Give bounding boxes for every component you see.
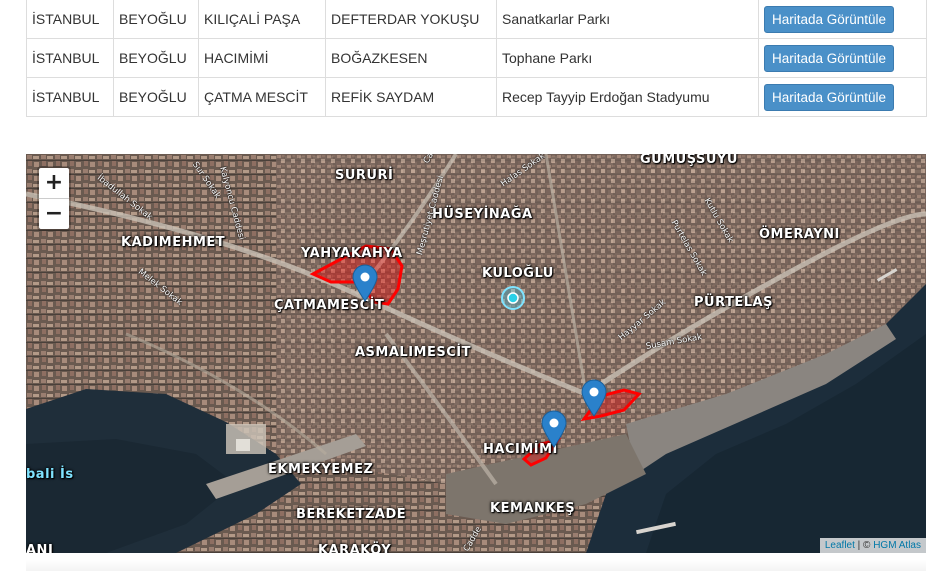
- cell-district: BEYOĞLU: [113, 77, 199, 117]
- map-marker-icon[interactable]: [541, 410, 567, 448]
- label-bereketzade: BEREKETZADE: [296, 507, 407, 522]
- label-kemankes: KEMANKEŞ: [490, 501, 576, 516]
- map-marker-icon[interactable]: [581, 379, 607, 417]
- attribution-separator: | ©: [854, 540, 874, 551]
- current-location-icon[interactable]: [501, 286, 525, 310]
- map-attribution: Leaflet | © HGM Atlas: [819, 538, 926, 553]
- hgm-atlas-link[interactable]: HGM Atlas: [873, 540, 921, 551]
- cell-province: İSTANBUL: [26, 38, 114, 78]
- cell-action: Haritada Görüntüle: [758, 38, 927, 78]
- cell-district: BEYOĞLU: [113, 0, 199, 39]
- zoom-in-button[interactable]: +: [39, 168, 69, 199]
- label-purtelas: PÜRTELAŞ: [694, 295, 773, 310]
- label-karakoy: KARAKÖY: [318, 543, 392, 553]
- table-row: İSTANBUL BEYOĞLU ÇATMA MESCİT REFİK SAYDAM R…: [26, 77, 927, 117]
- zoom-control: + −: [37, 166, 71, 231]
- cell-province: İSTANBUL: [26, 77, 114, 117]
- label-asmalimescit: ASMALIMESCİT: [355, 345, 471, 360]
- table-row: İSTANBUL BEYOĞLU HACIMİMİ BOĞAZKESEN Tophane…: [26, 38, 927, 78]
- label-ani: ANI: [26, 543, 54, 553]
- label-gumussuyu: GÜMÜŞSUYU: [640, 154, 738, 167]
- label-kuloglu: KULOĞLU: [482, 266, 554, 281]
- cell-street: REFİK SAYDAM: [325, 77, 497, 117]
- leaflet-link[interactable]: Leaflet: [825, 540, 855, 551]
- cell-neighborhood: ÇATMA MESCİT: [198, 77, 326, 117]
- zoom-out-button[interactable]: −: [39, 199, 69, 229]
- map[interactable]: SURURİ GÜMÜŞSUYU HÜSEYİNAĞA KADIMEHMET Y…: [26, 154, 926, 553]
- map-marker-icon[interactable]: [352, 264, 378, 302]
- label-bali-is: bali İs: [26, 467, 74, 482]
- cell-action: Haritada Görüntüle: [758, 77, 927, 117]
- show-on-map-button[interactable]: Haritada Görüntüle: [764, 5, 895, 33]
- cell-park-name: Sanatkarlar Parkı: [496, 0, 759, 39]
- cell-park-name: Recep Tayyip Erdoğan Stadyumu: [496, 77, 759, 117]
- show-on-map-button[interactable]: Haritada Görüntüle: [764, 83, 895, 111]
- results-table: İSTANBUL BEYOĞLU KILIÇALİ PAŞA DEFTERDAR YO…: [26, 0, 927, 117]
- cell-neighborhood: HACIMİMİ: [198, 38, 326, 78]
- label-yahyakahya: YAHYAKAHYA: [301, 246, 403, 261]
- cell-street: BOĞAZKESEN: [325, 38, 497, 78]
- page-footer-strip: [26, 560, 926, 571]
- cell-district: BEYOĞLU: [113, 38, 199, 78]
- table-row: İSTANBUL BEYOĞLU KILIÇALİ PAŞA DEFTERDAR YO…: [26, 0, 927, 39]
- label-huseyinaga: HÜSEYİNAĞA: [432, 207, 533, 222]
- cell-neighborhood: KILIÇALİ PAŞA: [198, 0, 326, 39]
- label-omerayni: ÖMERAYNI: [759, 227, 840, 242]
- label-sururi: SURURİ: [335, 168, 394, 183]
- cell-street: DEFTERDAR YOKUŞU: [325, 0, 497, 39]
- show-on-map-button[interactable]: Haritada Görüntüle: [764, 44, 895, 72]
- cell-province: İSTANBUL: [26, 0, 114, 39]
- cell-park-name: Tophane Parkı: [496, 38, 759, 78]
- label-ekmekyemez: EKMEKYEMEZ: [268, 462, 374, 477]
- cell-action: Haritada Görüntüle: [758, 0, 927, 39]
- label-kadimehmet: KADIMEHMET: [121, 235, 226, 250]
